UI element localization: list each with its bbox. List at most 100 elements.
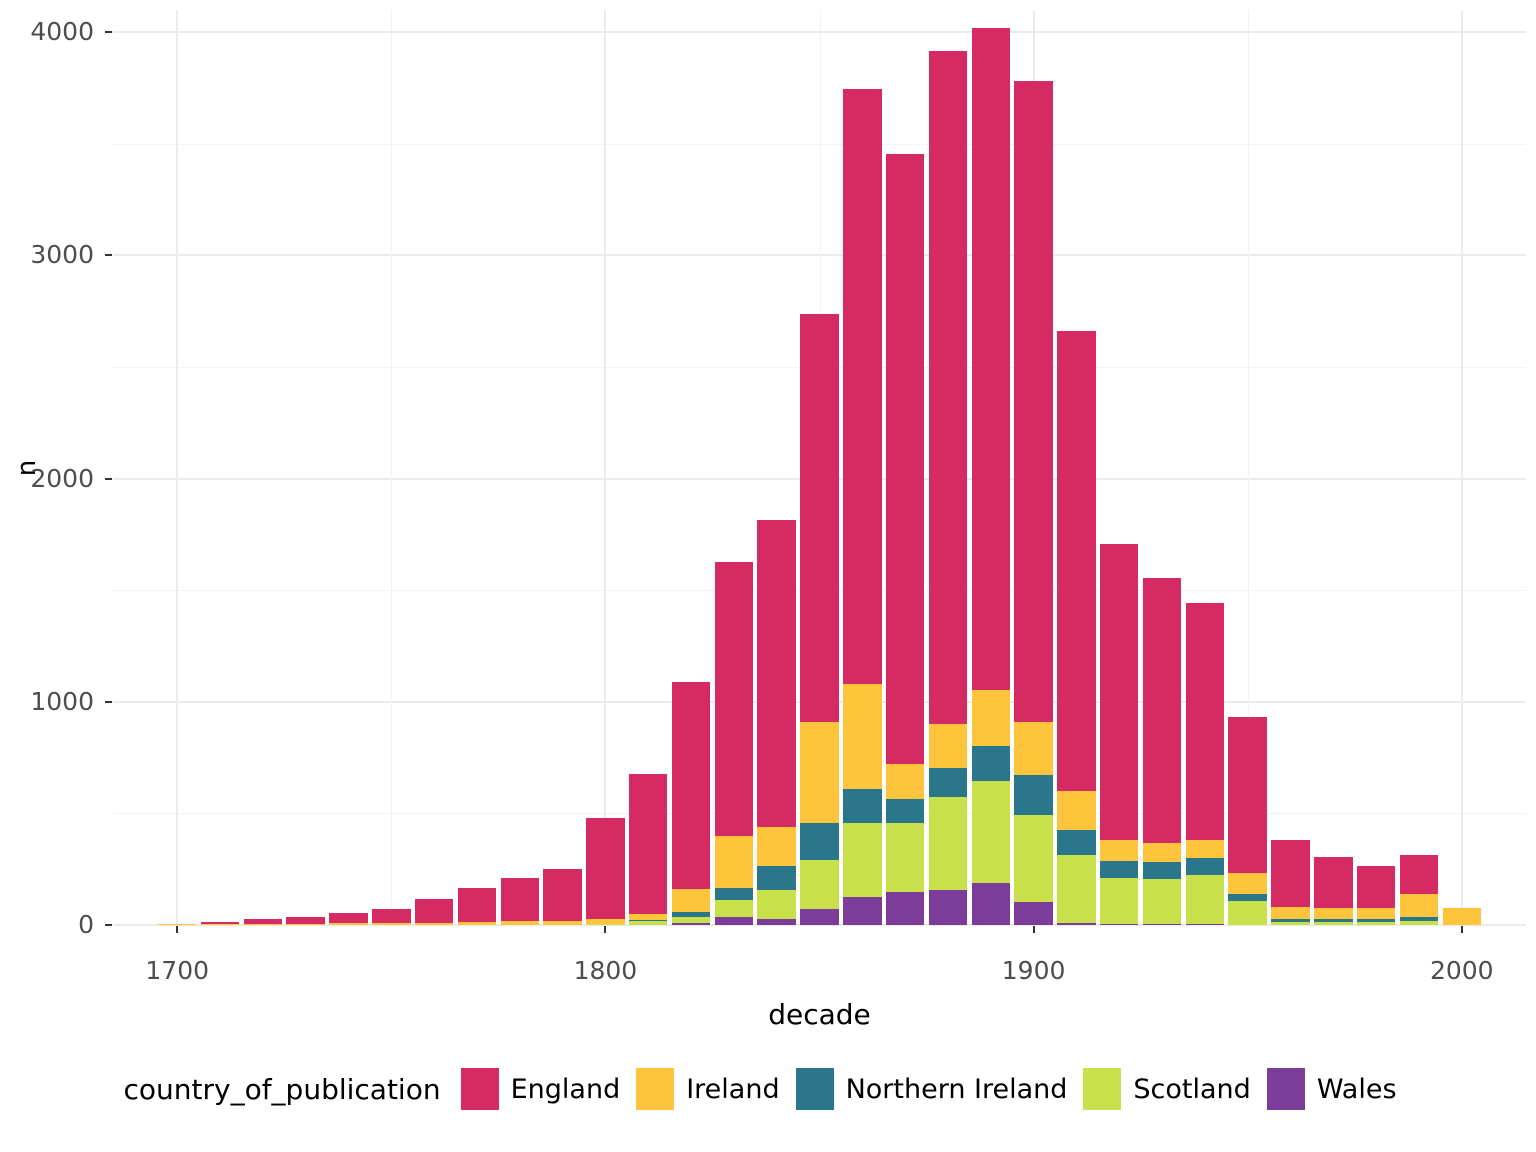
bar-segment-scotland[interactable] xyxy=(1099,878,1139,925)
bar-segment-northern-ireland[interactable] xyxy=(1014,775,1053,815)
bar-segment-northern-ireland[interactable] xyxy=(843,788,882,824)
bar-segment-scotland[interactable] xyxy=(1142,879,1182,925)
bar-segment-scotland[interactable] xyxy=(1185,875,1225,925)
bar-segment-northern-ireland[interactable] xyxy=(1271,918,1310,923)
bar-1930[interactable] xyxy=(1142,578,1182,925)
bar-segment-northern-ireland[interactable] xyxy=(1314,919,1353,923)
bar-segment-northern-ireland[interactable] xyxy=(885,798,925,824)
bar-1820[interactable] xyxy=(671,682,711,925)
bar-segment-england[interactable] xyxy=(200,922,240,925)
bar-segment-england[interactable] xyxy=(714,562,754,836)
bar-segment-ireland[interactable] xyxy=(500,921,540,925)
bar-segment-england[interactable] xyxy=(1099,543,1139,841)
legend-item-northern-ireland[interactable]: Northern Ireland xyxy=(795,1068,1067,1110)
bar-segment-england[interactable] xyxy=(586,817,625,920)
bar-segment-england[interactable] xyxy=(1271,839,1310,907)
bar-segment-england[interactable] xyxy=(286,916,325,924)
bar-1890[interactable] xyxy=(971,27,1011,925)
bar-segment-northern-ireland[interactable] xyxy=(628,919,668,922)
bar-segment-ireland[interactable] xyxy=(843,684,882,789)
bar-1730[interactable] xyxy=(286,916,325,925)
bar-1910[interactable] xyxy=(1057,331,1096,925)
bar-1810[interactable] xyxy=(628,773,668,925)
bar-1780[interactable] xyxy=(500,877,540,925)
bar-1920[interactable] xyxy=(1099,543,1139,925)
bar-segment-northern-ireland[interactable] xyxy=(800,823,839,861)
legend-item-scotland[interactable]: Scotland xyxy=(1083,1068,1251,1110)
bar-segment-england[interactable] xyxy=(1314,856,1353,909)
bar-1770[interactable] xyxy=(457,888,497,925)
bar-1840[interactable] xyxy=(757,519,796,925)
bar-segment-ireland[interactable] xyxy=(1314,908,1353,920)
bar-segment-england[interactable] xyxy=(1014,81,1053,722)
bar-segment-england[interactable] xyxy=(543,869,582,921)
bar-segment-scotland[interactable] xyxy=(843,823,882,898)
bar-1750[interactable] xyxy=(372,909,411,925)
bar-1900[interactable] xyxy=(1014,81,1053,925)
bar-segment-scotland[interactable] xyxy=(628,921,668,925)
bar-1990[interactable] xyxy=(1399,855,1439,925)
bar-segment-ireland[interactable] xyxy=(243,923,283,925)
bar-segment-scotland[interactable] xyxy=(1356,922,1396,925)
bar-segment-england[interactable] xyxy=(1356,865,1396,909)
bar-1960[interactable] xyxy=(1271,839,1310,925)
bar-segment-ireland[interactable] xyxy=(543,920,582,925)
bar-segment-northern-ireland[interactable] xyxy=(1228,894,1267,902)
bar-segment-england[interactable] xyxy=(628,773,668,915)
bar-segment-england[interactable] xyxy=(928,51,968,725)
bar-segment-northern-ireland[interactable] xyxy=(757,865,796,891)
bar-segment-ireland[interactable] xyxy=(628,914,668,921)
bar-segment-wales[interactable] xyxy=(800,909,839,925)
bar-1860[interactable] xyxy=(843,89,882,925)
bar-segment-scotland[interactable] xyxy=(971,781,1011,883)
bar-segment-wales[interactable] xyxy=(971,882,1011,925)
bar-segment-england[interactable] xyxy=(885,153,925,765)
bar-segment-ireland[interactable] xyxy=(714,835,754,889)
bar-segment-ireland[interactable] xyxy=(971,689,1011,747)
bar-1870[interactable] xyxy=(885,153,925,925)
bar-segment-england[interactable] xyxy=(372,909,411,924)
bar-1830[interactable] xyxy=(714,562,754,925)
bar-segment-scotland[interactable] xyxy=(1399,921,1439,925)
bar-segment-northern-ireland[interactable] xyxy=(971,746,1011,782)
bar-segment-england[interactable] xyxy=(500,877,540,922)
bar-segment-wales[interactable] xyxy=(671,923,711,925)
bar-segment-ireland[interactable] xyxy=(1271,906,1310,919)
bar-1700[interactable] xyxy=(157,923,197,925)
bar-segment-northern-ireland[interactable] xyxy=(1399,916,1439,922)
bar-segment-england[interactable] xyxy=(1057,331,1096,792)
bar-segment-england[interactable] xyxy=(414,899,454,923)
bar-segment-scotland[interactable] xyxy=(1057,854,1096,923)
bar-segment-northern-ireland[interactable] xyxy=(1185,858,1225,876)
legend-item-ireland[interactable]: Ireland xyxy=(636,1068,780,1110)
bar-segment-ireland[interactable] xyxy=(157,923,197,925)
bar-segment-scotland[interactable] xyxy=(714,900,754,918)
bar-1720[interactable] xyxy=(243,919,283,925)
bar-1760[interactable] xyxy=(414,899,454,925)
bar-segment-england[interactable] xyxy=(1228,717,1267,874)
bar-segment-ireland[interactable] xyxy=(586,919,625,925)
bar-segment-scotland[interactable] xyxy=(671,916,711,924)
legend-item-england[interactable]: England xyxy=(460,1068,620,1110)
bar-segment-wales[interactable] xyxy=(714,917,754,925)
bar-1850[interactable] xyxy=(800,313,839,925)
bar-segment-england[interactable] xyxy=(971,27,1011,690)
bar-segment-ireland[interactable] xyxy=(1356,908,1396,920)
bar-segment-ireland[interactable] xyxy=(1099,840,1139,861)
bar-segment-ireland[interactable] xyxy=(1014,721,1053,776)
bar-1980[interactable] xyxy=(1356,865,1396,925)
bar-1740[interactable] xyxy=(329,913,368,925)
bar-segment-ireland[interactable] xyxy=(1185,840,1225,859)
bar-segment-ireland[interactable] xyxy=(457,921,497,925)
bar-segment-northern-ireland[interactable] xyxy=(928,767,968,797)
bar-segment-ireland[interactable] xyxy=(1142,842,1182,862)
bar-segment-northern-ireland[interactable] xyxy=(1057,830,1096,855)
bar-segment-northern-ireland[interactable] xyxy=(1099,860,1139,879)
bar-1970[interactable] xyxy=(1314,856,1353,925)
bar-1790[interactable] xyxy=(543,869,582,925)
bar-1940[interactable] xyxy=(1185,602,1225,925)
bar-segment-scotland[interactable] xyxy=(757,890,796,920)
bar-segment-england[interactable] xyxy=(1142,578,1182,843)
bar-segment-scotland[interactable] xyxy=(1314,922,1353,925)
bar-segment-northern-ireland[interactable] xyxy=(714,888,754,901)
